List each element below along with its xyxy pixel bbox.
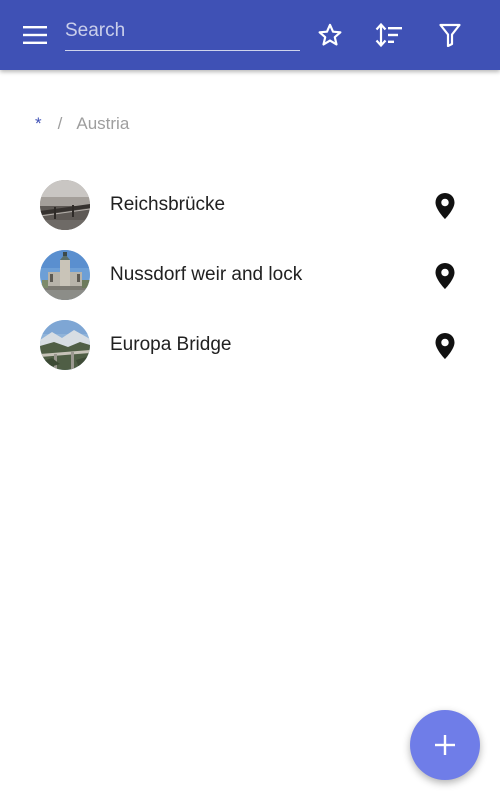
list-item-label: Nussdorf weir and lock xyxy=(110,264,303,285)
show-on-map-button[interactable] xyxy=(430,331,460,361)
search-field xyxy=(65,14,300,51)
app-bar xyxy=(0,0,500,70)
sort-icon xyxy=(375,22,402,48)
list-item-label: Europa Bridge xyxy=(110,334,232,355)
breadcrumb-separator: / xyxy=(57,114,63,133)
list-item[interactable]: Nussdorf weir and lock xyxy=(0,240,500,310)
filter-icon xyxy=(439,23,461,47)
add-button[interactable] xyxy=(410,710,480,780)
plus-icon xyxy=(435,735,455,755)
search-input[interactable] xyxy=(65,14,300,48)
list-item[interactable]: Reichsbrücke xyxy=(0,170,500,240)
favorites-button[interactable] xyxy=(310,15,350,55)
star-outline-icon xyxy=(318,23,342,46)
show-on-map-button[interactable] xyxy=(430,191,460,221)
breadcrumb-root-link[interactable]: * xyxy=(35,114,42,134)
avatar xyxy=(40,250,90,300)
place-list: Reichsbrücke Nussdorf weir and lock Euro… xyxy=(0,170,500,380)
map-pin-icon xyxy=(435,193,455,219)
list-item[interactable]: Europa Bridge xyxy=(0,310,500,380)
europa-bridge-thumbnail xyxy=(40,320,90,370)
breadcrumb: * / Austria xyxy=(35,114,129,134)
menu-icon xyxy=(23,26,47,44)
menu-button[interactable] xyxy=(15,17,55,53)
map-pin-icon xyxy=(435,333,455,359)
list-item-label: Reichsbrücke xyxy=(110,194,226,215)
avatar xyxy=(40,320,90,370)
app-screen: * / Austria Reichsbrücke xyxy=(0,0,500,800)
sort-button[interactable] xyxy=(369,15,409,55)
nussdorf-thumbnail xyxy=(40,250,90,300)
show-on-map-button[interactable] xyxy=(430,261,460,291)
breadcrumb-current: Austria xyxy=(76,114,130,133)
filter-button[interactable] xyxy=(430,15,470,55)
map-pin-icon xyxy=(435,263,455,289)
reichsbrucke-thumbnail xyxy=(40,180,90,230)
avatar xyxy=(40,180,90,230)
